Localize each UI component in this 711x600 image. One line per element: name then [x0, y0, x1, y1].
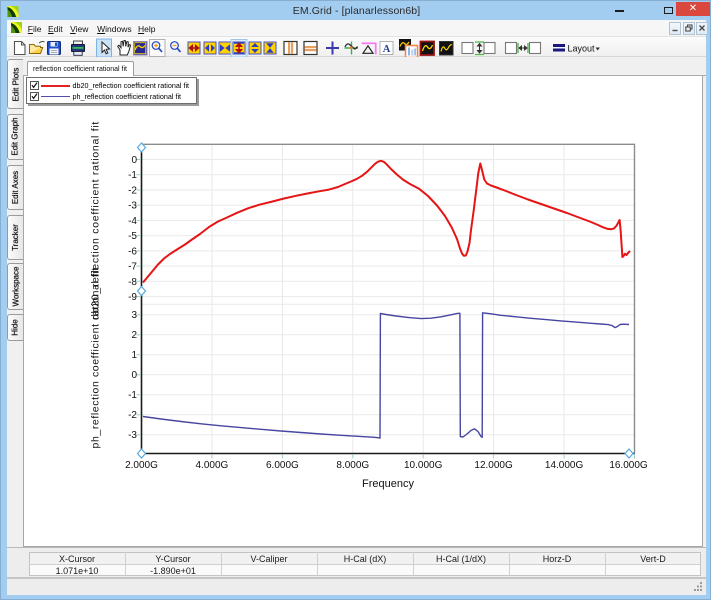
svg-text:4.000G: 4.000G	[195, 460, 228, 471]
svg-text:6.000G: 6.000G	[266, 460, 299, 471]
svg-text:A: A	[383, 44, 391, 55]
svg-text:1: 1	[131, 350, 137, 361]
svg-text:16.000G: 16.000G	[609, 460, 648, 471]
svg-text:10.000G: 10.000G	[404, 460, 443, 471]
svg-text:-3: -3	[128, 430, 137, 441]
svg-text:-3: -3	[128, 201, 137, 212]
svg-text:-1: -1	[128, 390, 137, 401]
svg-text:-4: -4	[128, 216, 137, 227]
svg-text:0: 0	[131, 155, 137, 166]
svg-text:3: 3	[131, 310, 137, 321]
svg-text:12.000G: 12.000G	[474, 460, 513, 471]
svg-text:-9: -9	[128, 292, 137, 303]
svg-text:2.000G: 2.000G	[125, 460, 158, 471]
svg-text:ph_reflection coefficient rati: ph_reflection coefficient rational fit	[90, 267, 102, 448]
svg-text:Frequency: Frequency	[362, 478, 414, 490]
svg-text:8.000G: 8.000G	[336, 460, 369, 471]
svg-text:-7: -7	[128, 262, 137, 273]
svg-text:-1: -1	[128, 170, 137, 181]
svg-text:2: 2	[131, 330, 137, 341]
svg-text:-2: -2	[128, 410, 137, 421]
svg-text:Layout: Layout	[568, 44, 596, 54]
svg-text:-2: -2	[128, 186, 137, 197]
svg-text:-6: -6	[128, 246, 137, 257]
svg-text:0: 0	[131, 370, 137, 381]
svg-text:-5: -5	[128, 231, 137, 242]
svg-text:14.000G: 14.000G	[545, 460, 584, 471]
svg-text:-8: -8	[128, 277, 137, 288]
